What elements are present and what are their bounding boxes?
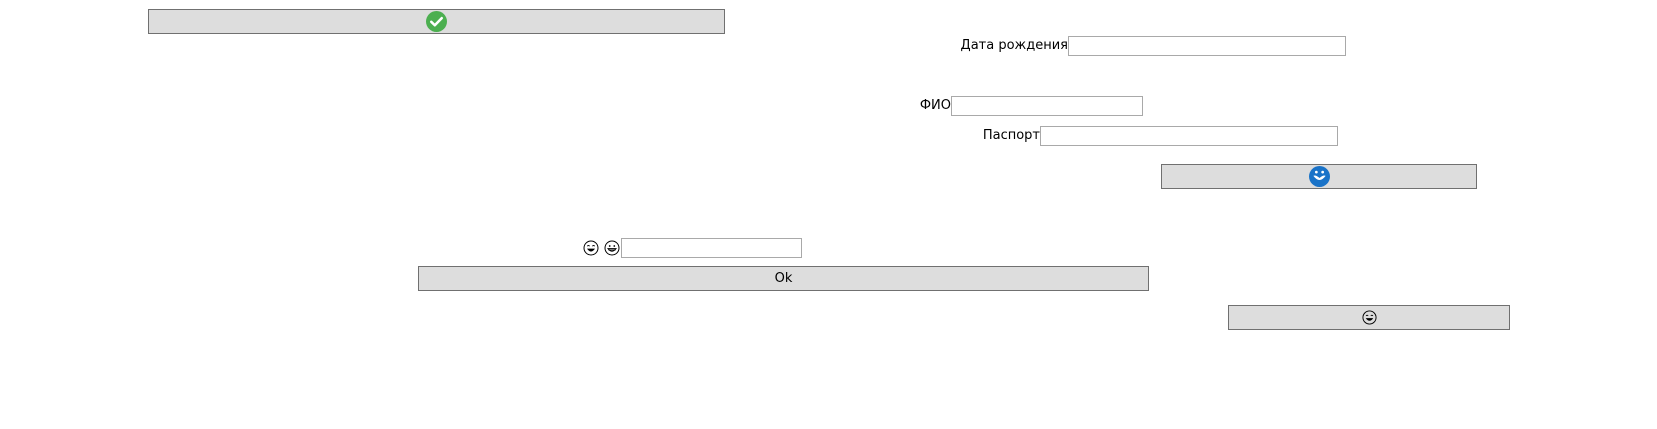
ok-button[interactable]: Ok xyxy=(418,266,1149,291)
blue-smiley-icon xyxy=(1308,166,1330,187)
passport-label: Паспорт xyxy=(982,128,1040,143)
blue-smiley-button[interactable] xyxy=(1161,164,1477,189)
check-circle-icon xyxy=(426,11,447,32)
fio-label: ФИО xyxy=(919,98,951,113)
confirm-button[interactable] xyxy=(148,9,725,34)
emoji-input[interactable] xyxy=(621,238,802,258)
emoji-button[interactable] xyxy=(1228,305,1510,330)
laughing-emoji-icon xyxy=(1361,310,1377,325)
birth-date-input[interactable] xyxy=(1068,36,1346,56)
birth-date-label: Дата рождения xyxy=(960,38,1068,53)
fio-input[interactable] xyxy=(951,96,1143,116)
laughing-emoji-icon xyxy=(583,240,599,256)
passport-input[interactable] xyxy=(1040,126,1338,146)
grinning-emoji-icon xyxy=(604,240,620,256)
